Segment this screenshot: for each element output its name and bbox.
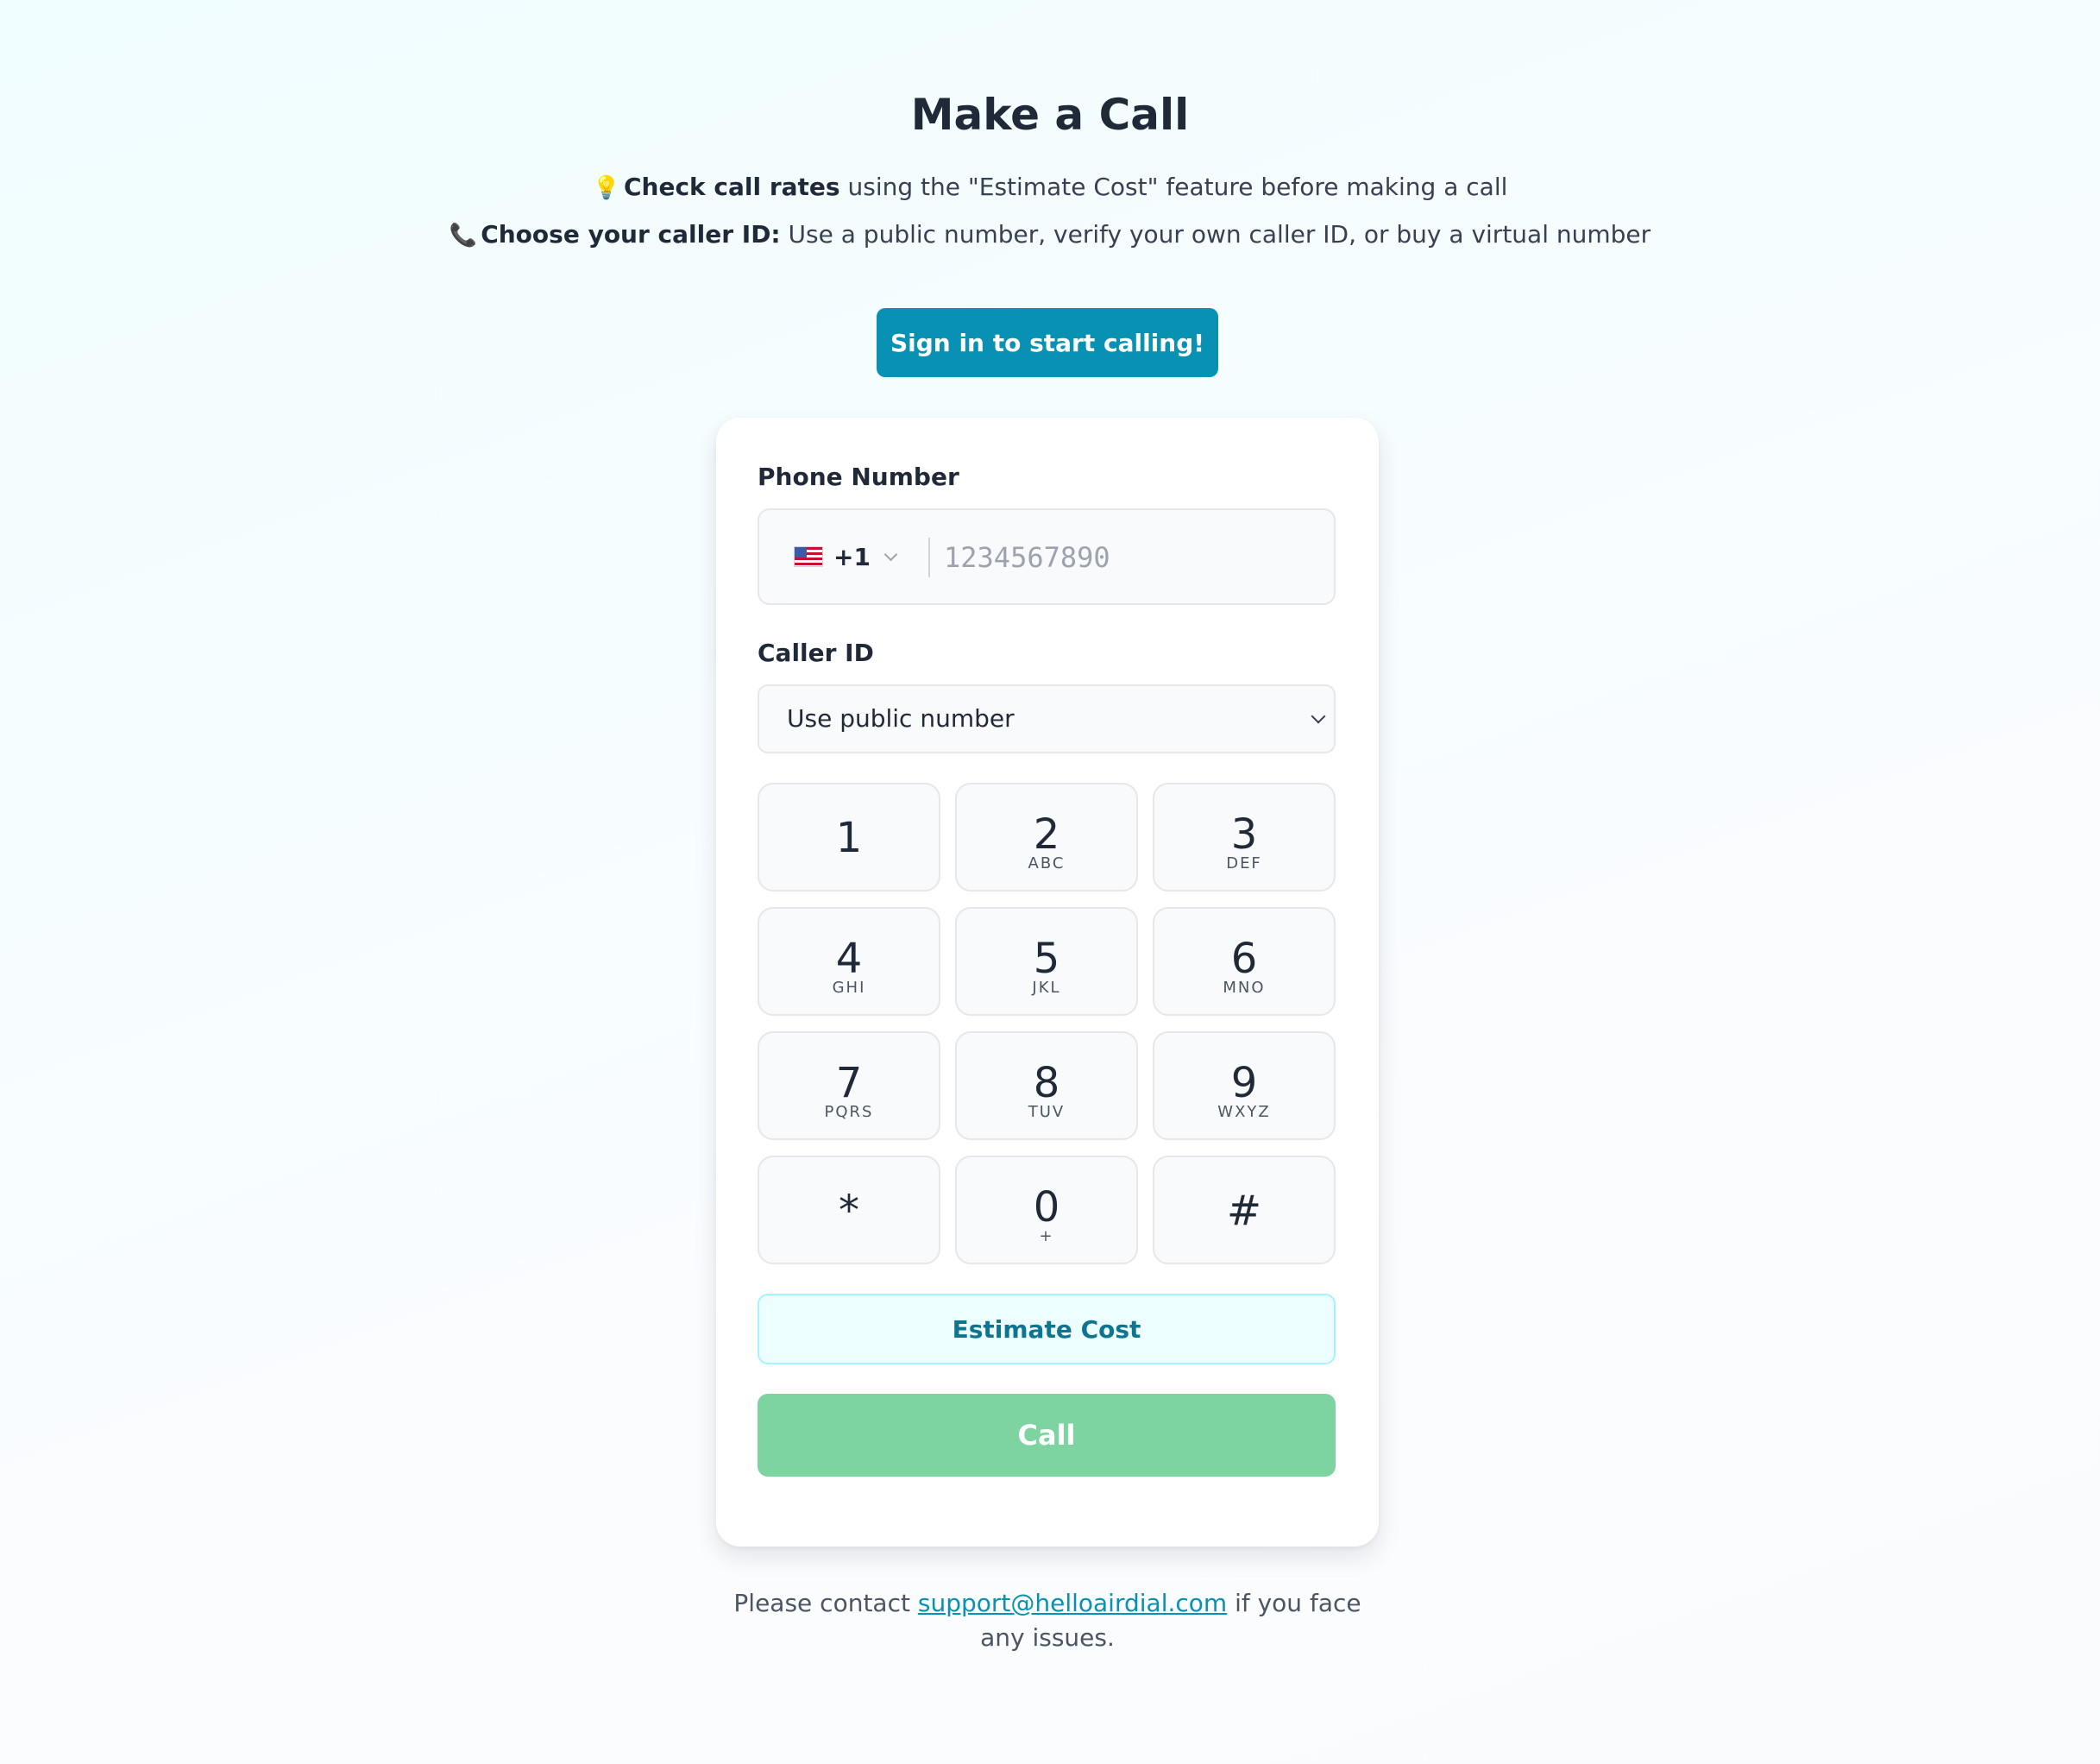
dialer-card: Phone Number +1 Caller ID Use public num…: [716, 418, 1379, 1547]
country-code: +1: [833, 542, 871, 571]
key-hash[interactable]: #: [1153, 1156, 1336, 1264]
key-letters: MNO: [1223, 979, 1266, 997]
key-2[interactable]: 2 ABC: [955, 783, 1138, 891]
key-9[interactable]: 9 WXYZ: [1153, 1031, 1336, 1140]
us-flag-icon: [794, 546, 823, 567]
tip-caller-id-text: Use a public number, verify your own cal…: [780, 220, 1651, 249]
key-letters: JKL: [1032, 979, 1061, 997]
key-letters: TUV: [1028, 1103, 1066, 1121]
key-digit: 1: [835, 814, 863, 862]
phone-number-label: Phone Number: [758, 463, 959, 491]
key-digit: *: [839, 1187, 859, 1235]
page-title: Make a Call: [910, 90, 1190, 140]
call-button[interactable]: Call: [758, 1394, 1336, 1477]
key-letters: WXYZ: [1217, 1103, 1271, 1121]
key-letters: +: [1039, 1227, 1054, 1245]
key-star[interactable]: *: [758, 1156, 940, 1264]
caller-id-label: Caller ID: [758, 639, 874, 667]
key-digit: 7: [835, 1059, 863, 1107]
estimate-cost-button[interactable]: Estimate Cost: [758, 1294, 1336, 1364]
page: Make a Call 💡 Check call rates using the …: [0, 0, 2100, 1764]
key-letters: DEF: [1226, 854, 1262, 873]
tip-check-rates-text: using the "Estimate Cost" feature before…: [839, 173, 1508, 201]
caller-id-select[interactable]: Use public number: [758, 684, 1336, 753]
key-1[interactable]: 1: [758, 783, 940, 891]
phone-number-input[interactable]: [942, 531, 1317, 584]
tip-caller-id-bold: Choose your caller ID:: [481, 220, 781, 249]
country-code-selector[interactable]: +1: [794, 510, 898, 603]
phone-icon: 📞: [449, 223, 478, 249]
tip-check-rates-bold: Check call rates: [623, 173, 840, 201]
key-digit: 5: [1033, 935, 1060, 983]
key-digit: 6: [1230, 935, 1258, 983]
keypad: 1 2 ABC 3 DEF 4 GHI 5 JKL 6 MNO 7 PQRS 8…: [758, 783, 1336, 1264]
key-digit: #: [1226, 1187, 1262, 1235]
key-4[interactable]: 4 GHI: [758, 907, 940, 1016]
key-8[interactable]: 8 TUV: [955, 1031, 1138, 1140]
key-digit: 3: [1230, 810, 1258, 859]
key-3[interactable]: 3 DEF: [1153, 783, 1336, 891]
key-letters: PQRS: [824, 1103, 874, 1121]
sign-in-button[interactable]: Sign in to start calling!: [877, 308, 1218, 377]
tip-check-rates: 💡 Check call rates using the "Estimate Co…: [0, 170, 2100, 205]
chevron-down-icon: [883, 547, 898, 561]
key-digit: 4: [835, 935, 863, 983]
phone-number-field: +1: [758, 508, 1336, 605]
key-0[interactable]: 0 +: [955, 1156, 1138, 1264]
caller-id-selected-value: Use public number: [787, 704, 1015, 733]
lightbulb-icon: 💡: [592, 175, 620, 201]
key-digit: 9: [1230, 1059, 1258, 1107]
footer-text-before: Please contact: [733, 1589, 918, 1617]
key-6[interactable]: 6 MNO: [1153, 907, 1336, 1016]
key-letters: ABC: [1028, 854, 1066, 873]
key-7[interactable]: 7 PQRS: [758, 1031, 940, 1140]
key-digit: 8: [1033, 1059, 1060, 1107]
key-digit: 0: [1033, 1183, 1060, 1232]
key-digit: 2: [1033, 810, 1060, 859]
support-footer: Please contact support@helloairdial.com …: [716, 1586, 1379, 1655]
support-email-link[interactable]: support@helloairdial.com: [918, 1589, 1227, 1617]
divider: [928, 538, 930, 577]
chevron-down-icon: [1311, 709, 1326, 724]
key-5[interactable]: 5 JKL: [955, 907, 1138, 1016]
tip-caller-id: 📞 Choose your caller ID: Use a public num…: [0, 217, 2100, 253]
key-letters: GHI: [832, 979, 866, 997]
